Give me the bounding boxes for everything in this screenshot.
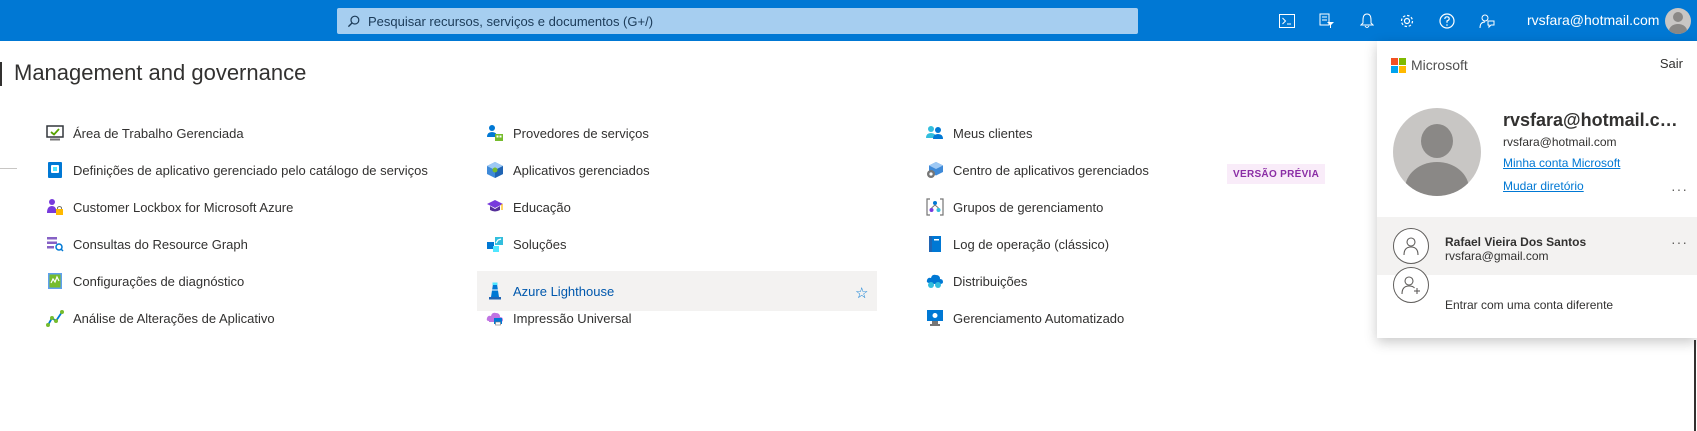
service-item-management-groups[interactable]: Grupos de gerenciamento xyxy=(926,187,1103,227)
service-item-label: Provedores de serviços xyxy=(513,125,649,141)
service-item-service-providers[interactable]: Provedores de serviços xyxy=(486,113,649,153)
brand-label: Microsoft xyxy=(1411,57,1468,73)
page-title: Management and governance xyxy=(14,60,307,85)
divider xyxy=(0,168,17,169)
service-item-solutions[interactable]: Soluções xyxy=(486,224,566,264)
search-input[interactable]: Pesquisar recursos, serviços e documento… xyxy=(337,8,1138,34)
service-item-label: Customer Lockbox for Microsoft Azure xyxy=(73,199,294,215)
service-item-label: Análise de Alterações de Aplicativo xyxy=(73,310,275,326)
education-icon xyxy=(486,198,504,216)
star-icon[interactable]: ☆ xyxy=(855,284,868,302)
service-item-customer-lockbox[interactable]: Customer Lockbox for Microsoft Azure xyxy=(46,187,293,227)
diagnostic-settings-icon xyxy=(46,272,64,290)
automanage-icon xyxy=(926,309,944,327)
operation-log-icon xyxy=(926,235,944,253)
service-item-label: Distribuições xyxy=(953,273,1028,289)
gear-icon[interactable] xyxy=(1387,0,1427,41)
top-bar: Pesquisar recursos, serviços e documento… xyxy=(0,0,1697,41)
service-item-label: Aplicativos gerenciados xyxy=(513,162,650,178)
service-item-universal-print[interactable]: Impressão Universal xyxy=(486,298,632,338)
service-providers-icon xyxy=(486,124,504,142)
service-item-managed-apps-center[interactable]: Centro de aplicativos gerenciados xyxy=(926,150,1149,190)
account-panel: Microsoft Sair rvsfara@hotmail.com rvsfa… xyxy=(1377,41,1697,338)
service-item-my-customers[interactable]: Meus clientes xyxy=(926,113,1032,153)
more-options-icon[interactable]: ··· xyxy=(1671,181,1688,197)
add-person-icon[interactable] xyxy=(1393,267,1429,303)
sign-out-link[interactable]: Sair xyxy=(1660,56,1683,71)
scrollbar[interactable] xyxy=(1694,340,1696,431)
service-item-label: Gerenciamento Automatizado xyxy=(953,310,1125,326)
service-catalog-icon xyxy=(46,161,64,179)
search-icon xyxy=(347,15,360,27)
service-item-label: Consultas do Resource Graph xyxy=(73,236,248,252)
service-item-managed-desktop[interactable]: Área de Trabalho Gerenciada xyxy=(46,113,244,153)
microsoft-logo-icon xyxy=(1391,58,1406,73)
service-item-label: Área de Trabalho Gerenciada xyxy=(73,125,244,141)
service-item-label: Meus clientes xyxy=(953,125,1033,141)
managed-apps-icon xyxy=(486,161,504,179)
directory-filter-icon[interactable] xyxy=(1307,0,1347,41)
service-item-label: Impressão Universal xyxy=(513,310,632,326)
service-item-label: Educação xyxy=(513,199,571,215)
service-item-label: Log de operação (clássico) xyxy=(953,236,1110,252)
change-analysis-icon xyxy=(46,309,64,327)
account-email: rvsfara@hotmail.com xyxy=(1503,135,1617,149)
service-item-diagnostic-settings[interactable]: Configurações de diagnóstico xyxy=(46,261,244,301)
service-item-change-analysis[interactable]: Análise de Alterações de Aplicativo xyxy=(46,298,275,338)
service-item-education[interactable]: Educação xyxy=(486,187,571,227)
avatar[interactable] xyxy=(1665,8,1691,34)
sign-in-other-account[interactable]: Entrar com uma conta diferente xyxy=(1445,298,1613,312)
more-options-icon[interactable]: ··· xyxy=(1671,234,1688,250)
universal-print-icon xyxy=(486,309,504,327)
service-item-operation-log[interactable]: Log de operação (clássico) xyxy=(926,224,1109,264)
service-item-label: Azure Lighthouse xyxy=(513,283,615,299)
my-account-link[interactable]: Minha conta Microsoft xyxy=(1503,156,1620,170)
preview-badge: VERSÃO PRÉVIA xyxy=(1227,164,1326,184)
title-accent-bar xyxy=(0,62,2,86)
service-item-managed-apps[interactable]: Aplicativos gerenciados xyxy=(486,150,650,190)
terminal-icon[interactable] xyxy=(1267,0,1307,41)
other-account-email: rvsfara@gmail.com xyxy=(1445,249,1549,263)
service-item-label: Grupos de gerenciamento xyxy=(953,199,1104,215)
resource-graph-icon xyxy=(46,235,64,253)
help-icon[interactable] xyxy=(1427,0,1467,41)
management-groups-icon xyxy=(926,198,944,216)
service-item-resource-graph[interactable]: Consultas do Resource Graph xyxy=(46,224,248,264)
service-item-label: Definições de aplicativo gerenciado pelo… xyxy=(73,162,428,178)
switch-directory-link[interactable]: Mudar diretório xyxy=(1503,179,1584,193)
microsoft-logo: Microsoft xyxy=(1391,57,1468,73)
user-email[interactable]: rvsfara@hotmail.com xyxy=(1527,12,1659,28)
topbar-icons xyxy=(1267,0,1507,41)
lockbox-icon xyxy=(46,198,64,216)
account-name: rvsfara@hotmail.com xyxy=(1503,110,1685,130)
other-account-name: Rafael Vieira Dos Santos xyxy=(1445,235,1587,249)
search-placeholder: Pesquisar recursos, serviços e documento… xyxy=(368,13,654,29)
bell-icon[interactable] xyxy=(1347,0,1387,41)
person-icon xyxy=(1393,228,1429,264)
service-item-automanage[interactable]: Gerenciamento Automatizado xyxy=(926,298,1124,338)
my-customers-icon xyxy=(926,124,944,142)
solutions-icon xyxy=(486,235,504,253)
service-item-service-catalog[interactable]: Definições de aplicativo gerenciado pelo… xyxy=(46,150,428,190)
feedback-icon[interactable] xyxy=(1467,0,1507,41)
managed-desktop-icon xyxy=(46,124,64,142)
service-item-label: Centro de aplicativos gerenciados xyxy=(953,162,1149,178)
other-account-row[interactable]: Rafael Vieira Dos Santos rvsfara@gmail.c… xyxy=(1377,217,1697,275)
service-item-label: Soluções xyxy=(513,236,567,252)
distributions-icon xyxy=(926,272,944,290)
service-item-label: Configurações de diagnóstico xyxy=(73,273,245,289)
managed-apps-center-icon xyxy=(926,161,944,179)
profile-avatar xyxy=(1393,108,1481,196)
service-item-distributions[interactable]: Distribuições xyxy=(926,261,1027,301)
